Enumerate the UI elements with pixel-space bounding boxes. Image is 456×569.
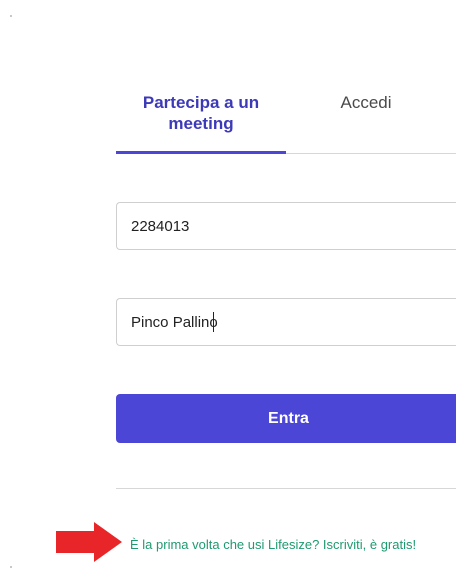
corner-mark-bottom xyxy=(10,566,12,568)
red-arrow-right-icon xyxy=(56,522,122,562)
tab-login[interactable]: Accedi xyxy=(286,92,446,113)
tab-login-label: Accedi xyxy=(340,93,392,112)
corner-mark-top xyxy=(10,15,12,17)
tabs-divider xyxy=(286,153,456,154)
bottom-divider xyxy=(116,488,456,489)
name-input[interactable] xyxy=(116,298,456,346)
tab-join-meeting-label: Partecipa a un meeting xyxy=(142,93,260,133)
signup-link[interactable]: È la prima volta che usi Lifesize? Iscri… xyxy=(130,537,416,552)
text-cursor xyxy=(213,312,214,332)
active-tab-indicator xyxy=(116,151,286,154)
tab-join-meeting[interactable]: Partecipa a un meeting xyxy=(116,92,286,134)
enter-button[interactable]: Entra xyxy=(116,394,456,443)
meeting-id-input[interactable] xyxy=(116,202,456,250)
